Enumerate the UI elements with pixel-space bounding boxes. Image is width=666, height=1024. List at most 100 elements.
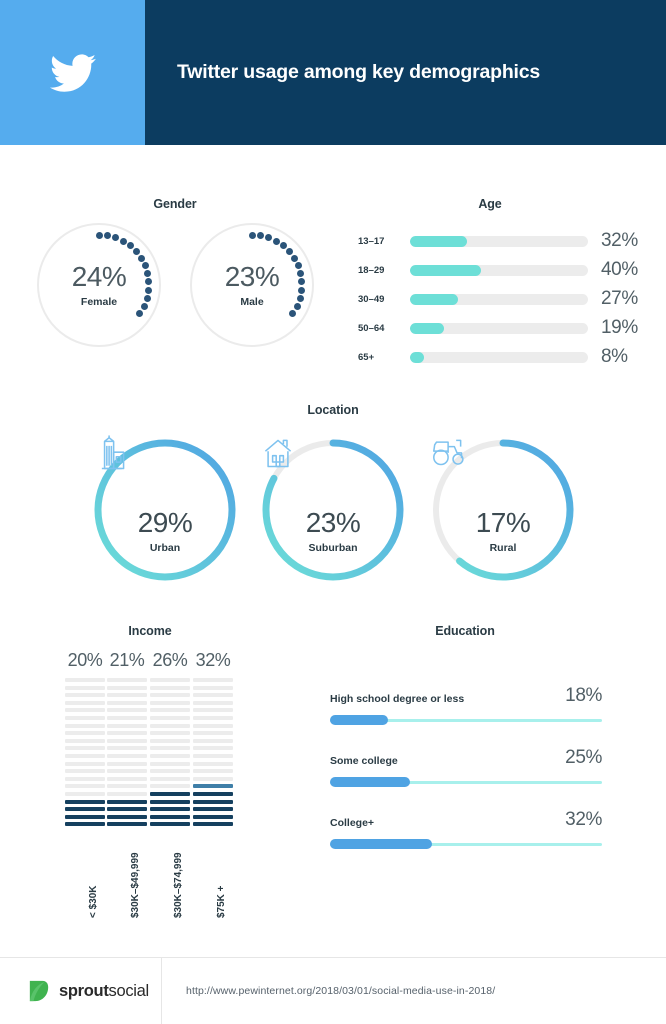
location-percent: 17% [475,507,531,539]
income-segment [193,715,233,720]
age-track [410,293,588,305]
age-fill [410,322,444,334]
income-segment [193,791,233,796]
income-segment [193,678,233,682]
education-percent: 32% [565,809,602,830]
income-segment [193,761,233,766]
gender-donut-male: 23% Male [190,223,314,347]
income-segment [65,693,105,698]
income-segment [65,723,105,728]
income-segment [107,761,147,766]
income-segment [150,761,190,766]
gender-percent: 24% [71,260,127,292]
twitter-bird-icon [49,53,96,92]
age-fill [410,235,467,247]
section-title-age: Age [478,197,502,211]
age-row: 30–49 27% [358,288,653,309]
gender-label: Female [80,295,118,308]
income-segment [193,807,233,812]
income-segment [107,814,147,819]
education-row-header: Some college 25% [330,748,602,767]
age-row: 18–29 40% [358,259,653,280]
header: Twitter usage among key demographics [0,0,666,145]
income-segment [107,746,147,751]
income-segment [193,723,233,728]
income-segment [193,746,233,751]
income-segment [150,791,190,796]
income-column: 32% [193,650,233,830]
income-segment [65,715,105,720]
donut-center: 23% Suburban [258,435,408,585]
section-title-education: Education [435,624,495,638]
income-segment [193,708,233,713]
age-fill [410,351,425,363]
age-fill [410,293,459,305]
page-title: Twitter usage among key demographics [177,61,541,83]
header-logo-panel [0,0,145,145]
income-axis-label: < $30K [88,885,99,918]
income-segment [107,776,147,781]
income-segment [150,753,190,758]
income-segment [65,822,105,827]
section-title-location: Location [307,403,359,417]
income-percent: 32% [195,650,231,670]
income-segment [107,693,147,698]
age-label: 18–29 [358,264,385,276]
location-donut-rural: 17% Rural [428,435,578,585]
income-segment [193,753,233,758]
education-track [330,839,602,849]
age-row: 13–17 32% [358,230,653,251]
infographic-page: Twitter usage among key demographics Gen… [0,0,666,1024]
income-segment [65,731,105,736]
income-segment [65,678,105,682]
education-percent: 25% [565,747,602,768]
income-segment [65,738,105,743]
income-segment [107,807,147,812]
income-axis-label: $75K + [216,885,227,918]
gender-percent: 23% [224,260,280,292]
income-segment [193,685,233,690]
gender-label: Male [240,295,264,308]
income-segment [107,769,147,774]
income-segment [193,731,233,736]
income-segment [150,822,190,827]
income-segment [150,738,190,743]
age-label: 13–17 [358,235,385,247]
income-segment [193,784,233,789]
education-row: College+ 32% [330,810,602,849]
income-segment [65,791,105,796]
income-segment [150,814,190,819]
income-segment [107,791,147,796]
income-segment [150,678,190,682]
income-segment [150,746,190,751]
education-fill [330,715,388,725]
section-title-gender: Gender [153,197,197,211]
gender-donut-female: 24% Female [37,223,161,347]
education-label: High school degree or less [330,693,465,705]
education-fill [330,839,433,849]
income-segment [107,685,147,690]
income-segment [193,693,233,698]
income-segment [65,784,105,789]
income-segment [65,769,105,774]
income-axis-label: $30K–$49,999 [130,852,141,918]
age-row: 65+ 8% [358,346,653,367]
donut-center: 17% Rural [428,435,578,585]
income-column: 26% [150,650,190,830]
income-segment [107,822,147,827]
income-segment [107,723,147,728]
age-track [410,322,588,334]
income-percent: 26% [152,650,188,670]
income-segment [107,700,147,705]
income-segment [150,799,190,804]
income-segment [150,776,190,781]
age-percent: 8% [601,346,628,367]
education-label: Some college [330,755,398,767]
income-segment [65,799,105,804]
income-axis-label: $30K–$74,999 [173,852,184,918]
location-percent: 29% [137,507,193,539]
income-segment [107,753,147,758]
income-segment [107,678,147,682]
education-row: High school degree or less 18% [330,686,602,725]
income-segment [150,693,190,698]
